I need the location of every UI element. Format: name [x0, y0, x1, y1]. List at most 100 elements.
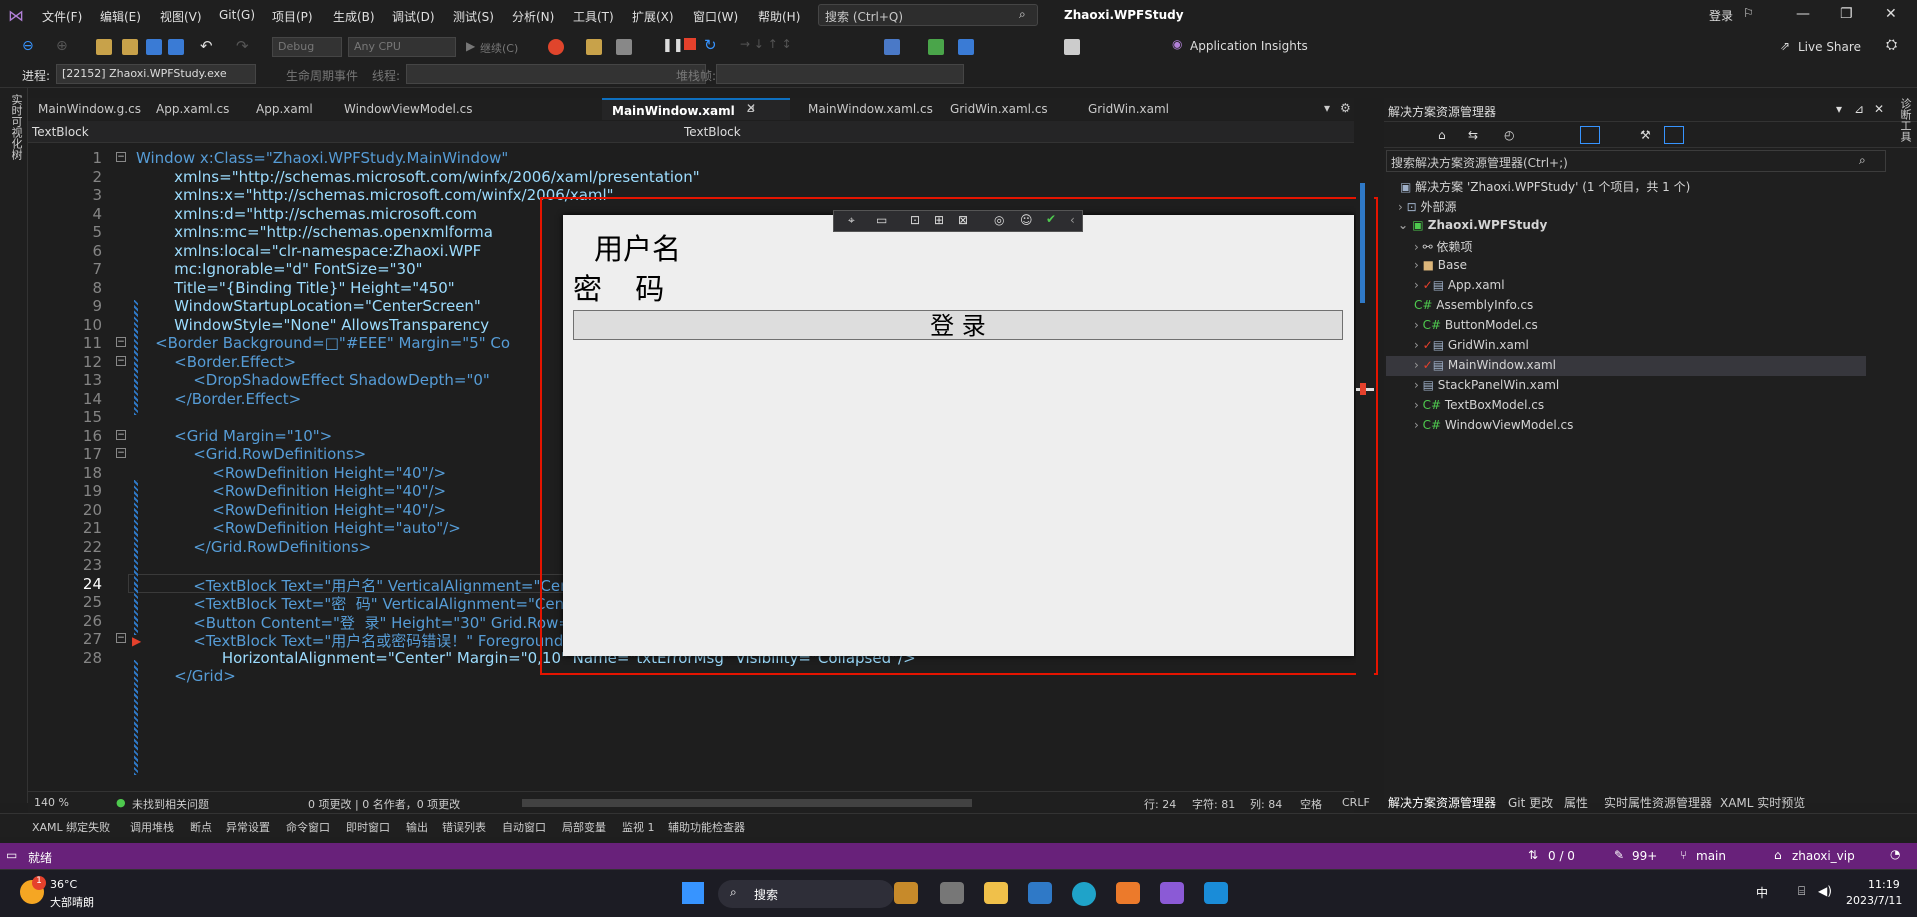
tree-item-stackpanelwin[interactable]: › ▤ StackPanelWin.xaml	[1414, 378, 1559, 392]
forward-icon[interactable]: ⊕	[56, 38, 68, 54]
binding-icon[interactable]: ⊠	[958, 213, 968, 227]
tree-item-windowviewmodel[interactable]: › C# WindowViewModel.cs	[1414, 418, 1573, 432]
wrench-icon[interactable]: ⚒	[1640, 128, 1651, 142]
task-view-icon[interactable]	[940, 882, 964, 904]
tree-item-assemblyinfo[interactable]: C# AssemblyInfo.cs	[1414, 298, 1533, 312]
account-icon[interactable]: ⛭	[1886, 37, 1897, 53]
code-line[interactable]: <Grid.RowDefinitions>	[136, 445, 366, 463]
process-select[interactable]: [22152] Zhaoxi.WPFStudy.exe	[56, 64, 256, 84]
weather-temp[interactable]: 36°C	[50, 878, 77, 891]
code-line[interactable]: <RowDefinition Height="40"/>	[136, 501, 446, 519]
output-icon[interactable]: ▭	[6, 848, 17, 862]
tab-autos[interactable]: 自动窗口	[502, 819, 546, 835]
tab-mainwindow-g-cs[interactable]: MainWindow.g.cs	[28, 98, 151, 120]
toolbox-app-icon[interactable]	[894, 882, 918, 904]
solution-search-input[interactable]: 搜索解决方案资源管理器(Ctrl+;) ⌕	[1386, 150, 1886, 172]
diagnostics-tools-tab[interactable]: 诊断工具	[1897, 98, 1913, 142]
continue-button[interactable]: 继续(C)	[480, 40, 518, 56]
app-insights-button[interactable]: Application Insights	[1190, 39, 1308, 53]
fold-toggle-icon[interactable]: −	[116, 337, 126, 347]
menu-tools[interactable]: 工具(T)	[573, 8, 614, 25]
expand-icon[interactable]: ›	[1414, 258, 1423, 272]
align-icon[interactable]	[958, 39, 974, 55]
edge-icon[interactable]	[1072, 882, 1096, 906]
horizontal-scrollbar[interactable]	[522, 799, 972, 807]
clock-time[interactable]: 11:19	[1868, 878, 1900, 891]
zoom-level[interactable]: 140 %	[34, 796, 69, 809]
fold-toggle-icon[interactable]: −	[116, 355, 126, 366]
notification-bell-icon[interactable]: ◔	[1890, 847, 1900, 861]
stop-icon[interactable]	[684, 38, 696, 50]
search-box[interactable]: 搜索 (Ctrl+Q) ⌕	[818, 4, 1038, 26]
visual-studio-icon[interactable]	[1160, 882, 1184, 904]
undo-icon[interactable]: ↶	[200, 37, 213, 55]
tab-windowviewmodel-cs[interactable]: WindowViewModel.cs	[334, 98, 482, 120]
collapse-icon[interactable]: ⌄	[1398, 218, 1412, 232]
expand-icon[interactable]: ›	[1414, 278, 1423, 292]
menu-project[interactable]: 项目(P)	[272, 8, 313, 25]
continue-icon[interactable]: ▶	[466, 39, 475, 53]
fold-toggle-icon[interactable]: −	[116, 429, 126, 440]
code-line[interactable]: <DropShadowEffect ShadowDepth="0"	[136, 371, 490, 389]
code-line[interactable]: <RowDefinition Height="auto"/>	[136, 519, 461, 537]
tree-item-textboxmodel[interactable]: › C# TextBoxModel.cs	[1414, 398, 1544, 412]
code-line[interactable]: <Border.Effect>	[136, 353, 296, 371]
tree-item-buttonmodel[interactable]: › C# ButtonModel.cs	[1414, 318, 1538, 332]
code-line[interactable]: </Border.Effect>	[136, 390, 301, 408]
chatgpt-app-icon[interactable]	[1116, 882, 1140, 904]
volume-icon[interactable]: ◀)	[1818, 884, 1832, 898]
home-icon[interactable]: ⌂	[1438, 128, 1446, 142]
tree-item-external[interactable]: › ⊡ 外部源	[1398, 198, 1457, 215]
tab-output[interactable]: 输出	[406, 819, 428, 835]
fold-toggle-icon[interactable]: −	[116, 152, 126, 162]
menu-view[interactable]: 视图(V)	[160, 8, 202, 25]
redo-icon[interactable]: ↷	[236, 37, 249, 55]
nav-scope-right[interactable]: TextBlock	[684, 125, 741, 139]
save-icon[interactable]	[146, 39, 162, 55]
tab-app-xaml[interactable]: App.xaml	[246, 98, 323, 120]
tree-item-gridwin[interactable]: › ✓▤ GridWin.xaml	[1414, 338, 1529, 352]
expand-icon[interactable]: ›	[1414, 418, 1423, 432]
checkmark-icon[interactable]	[928, 39, 944, 55]
col-indicator[interactable]: 列: 84	[1250, 796, 1282, 812]
menu-analyze[interactable]: 分析(N)	[512, 8, 554, 25]
settings-gear-icon[interactable]: ⚙	[1340, 101, 1351, 115]
tab-locals[interactable]: 局部变量	[562, 819, 606, 835]
tab-command-window[interactable]: 命令窗口	[286, 819, 330, 835]
tab-gridwin-xaml[interactable]: GridWin.xaml	[1078, 98, 1179, 120]
platform-select[interactable]: Any CPU	[348, 37, 456, 57]
live-share-icon[interactable]: ⇗	[1780, 39, 1790, 53]
panel-menu-icon[interactable]: ▾	[1836, 102, 1842, 116]
branch-name[interactable]: main	[1696, 849, 1726, 863]
panel-pin-icon[interactable]: ⊿	[1854, 102, 1864, 116]
tab-exception-settings[interactable]: 异常设置	[226, 819, 270, 835]
solution-root[interactable]: ▣ 解决方案 'Zhaoxi.WPFStudy' (1 个项目，共 1 个)	[1400, 178, 1690, 195]
eol-indicator[interactable]: CRLF	[1342, 796, 1370, 809]
stackframe-select[interactable]	[716, 64, 964, 84]
menu-git[interactable]: Git(G)	[219, 8, 255, 22]
error-count[interactable]: 0 / 0	[1548, 849, 1575, 863]
layout-icon[interactable]	[616, 39, 632, 55]
history-icon[interactable]: ◴	[1504, 128, 1514, 142]
menu-window[interactable]: 窗口(W)	[693, 8, 738, 25]
expand-icon[interactable]: ›	[1398, 200, 1407, 214]
diagnostics-icon[interactable]	[884, 39, 900, 55]
code-line[interactable]: <RowDefinition Height="40"/>	[136, 464, 446, 482]
bookmark-icon[interactable]	[1064, 39, 1080, 55]
code-line[interactable]: Window x:Class="Zhaoxi.WPFStudy.MainWind…	[136, 149, 508, 167]
menu-help[interactable]: 帮助(H)	[758, 8, 800, 25]
tree-item-app-xaml[interactable]: › ✓▤ App.xaml	[1414, 278, 1505, 292]
camera-icon[interactable]: ▭	[876, 213, 887, 227]
fold-toggle-icon[interactable]: −	[116, 448, 126, 458]
tab-watch-1[interactable]: 监视 1	[622, 819, 655, 835]
tab-properties[interactable]: 属性	[1564, 794, 1588, 811]
live-visual-tree-tab[interactable]: 实时可视化树	[8, 94, 24, 160]
folder-icon[interactable]	[586, 39, 602, 55]
lightbulb-icon[interactable]: ◉	[1172, 37, 1182, 51]
ime-indicator[interactable]: 中	[1756, 884, 1768, 901]
changes-status[interactable]: 0 项更改 | 0 名作者，0 项更改	[308, 796, 460, 812]
open-folder-icon[interactable]	[122, 39, 138, 55]
tree-item-mainwindow[interactable]: › ✓▤ MainWindow.xaml	[1386, 356, 1866, 376]
tab-xaml-binding-failures[interactable]: XAML 绑定失败	[32, 819, 110, 835]
lifecycle-events[interactable]: 生命周期事件	[286, 67, 358, 84]
